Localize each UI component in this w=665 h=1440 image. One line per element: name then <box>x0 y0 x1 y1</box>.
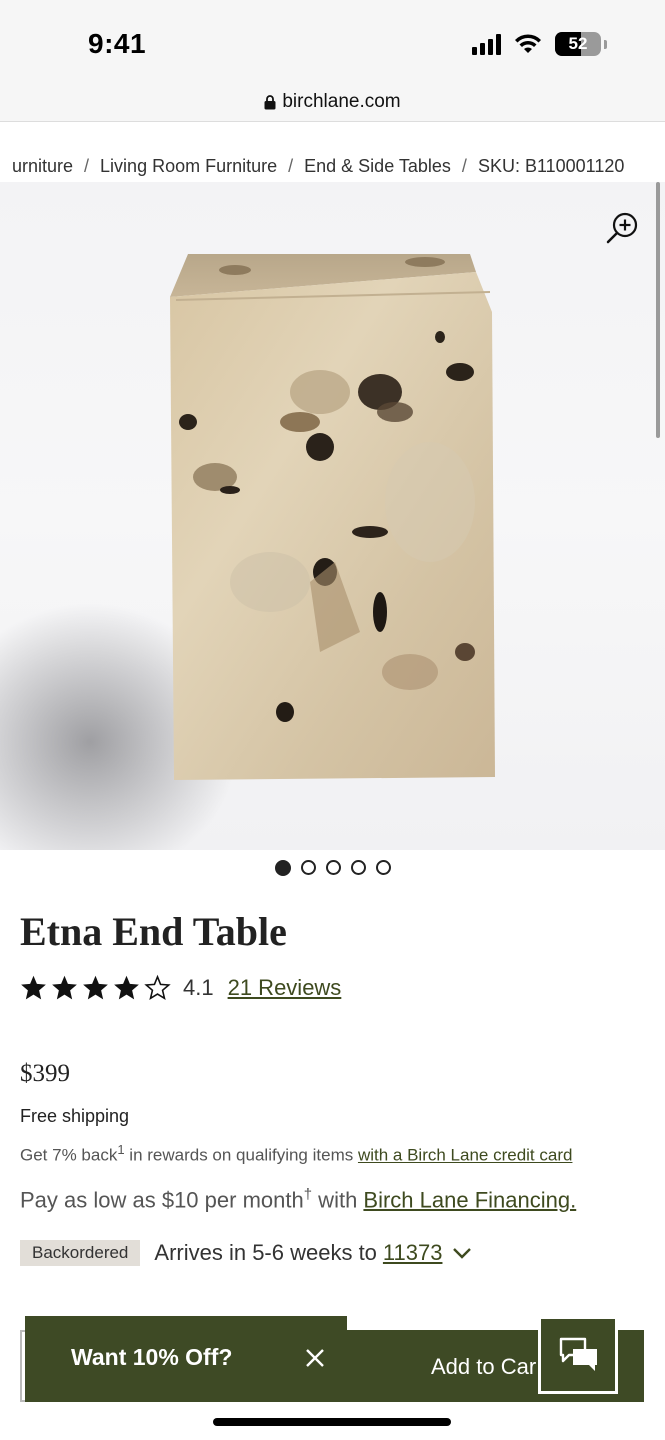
cellular-signal-icon <box>472 33 501 55</box>
breadcrumb-separator: / <box>288 156 294 176</box>
status-badge: Backordered <box>20 1240 141 1266</box>
reviews-link[interactable]: 21 Reviews <box>228 975 342 1001</box>
close-icon[interactable] <box>305 1348 325 1368</box>
rewards-info: Get 7% back1 in rewards on qualifying it… <box>20 1142 572 1166</box>
home-indicator <box>213 1418 451 1426</box>
url-text: birchlane.com <box>282 90 401 112</box>
financing-prefix: Pay as low as $10 per month <box>20 1187 304 1213</box>
breadcrumb-item-living-room[interactable]: Living Room Furniture <box>100 156 277 177</box>
breadcrumb-item-end-side-tables[interactable]: End & Side Tables <box>304 156 451 177</box>
carousel-dot-4[interactable] <box>350 860 366 875</box>
status-icons: 52 <box>472 32 607 56</box>
star-filled-icon <box>114 975 139 1000</box>
carousel-dot-1[interactable] <box>274 860 291 876</box>
arrival-text: Arrives in 5-6 weeks to <box>154 1240 377 1265</box>
chat-button[interactable] <box>538 1316 618 1394</box>
credit-card-link[interactable]: with a Birch Lane credit card <box>358 1146 573 1165</box>
battery-percent: 52 <box>568 34 588 53</box>
add-to-cart-label: Add to Car <box>431 1354 537 1379</box>
battery-icon: 52 <box>555 32 601 56</box>
financing-info: Pay as low as $10 per month† with Birch … <box>20 1186 576 1213</box>
product-image-gallery[interactable] <box>0 182 665 850</box>
chat-bubbles-icon <box>559 1337 597 1371</box>
scrollbar[interactable] <box>656 182 660 438</box>
rewards-prefix: Get 7% back <box>20 1145 118 1165</box>
star-filled-icon <box>83 975 108 1000</box>
address-bar[interactable]: birchlane.com <box>0 82 665 122</box>
carousel-dot-3[interactable] <box>325 860 341 875</box>
promo-label: Want 10% Off? <box>71 1344 233 1370</box>
breadcrumb-sku: SKU: B110001120 <box>477 156 625 176</box>
breadcrumb-item-furniture[interactable]: urniture <box>12 156 73 177</box>
add-to-cart-button-edge <box>538 1394 644 1402</box>
star-rating <box>20 974 171 1001</box>
wifi-icon <box>515 34 541 53</box>
zoom-in-icon[interactable] <box>605 210 641 246</box>
stock-row: Backordered Arrives in 5-6 weeks to 1137… <box>20 1240 472 1266</box>
product-price: $399 <box>20 1060 70 1087</box>
breadcrumb-separator: / <box>84 156 90 176</box>
chevron-down-icon[interactable] <box>452 1246 472 1260</box>
financing-link[interactable]: Birch Lane Financing. <box>363 1187 576 1212</box>
breadcrumb-separator: / <box>461 156 467 176</box>
rewards-middle: in rewards on qualifying items <box>124 1145 358 1165</box>
status-bar: 9:41 52 <box>0 0 665 82</box>
rating-row: 4.1 21 Reviews <box>20 974 341 1001</box>
promo-banner[interactable]: Want 10% Off? <box>25 1316 347 1402</box>
carousel-dot-5[interactable] <box>375 860 391 875</box>
financing-middle: with <box>312 1187 364 1213</box>
product-title: Etna End Table <box>20 909 287 954</box>
rating-value: 4.1 <box>183 974 214 1000</box>
star-filled-icon <box>21 975 46 1000</box>
status-time: 9:41 <box>88 28 147 59</box>
rewards-footnote: 1 <box>117 1142 125 1157</box>
star-filled-icon <box>52 975 77 1000</box>
carousel-dots <box>0 860 665 876</box>
financing-footnote: † <box>303 1186 313 1203</box>
carousel-dot-2[interactable] <box>300 860 316 875</box>
lock-icon <box>264 95 276 110</box>
star-empty-icon <box>144 974 171 1000</box>
shipping-info: Free shipping <box>20 1106 130 1126</box>
product-image <box>170 254 495 780</box>
zip-code-link[interactable]: 11373 <box>383 1240 443 1266</box>
